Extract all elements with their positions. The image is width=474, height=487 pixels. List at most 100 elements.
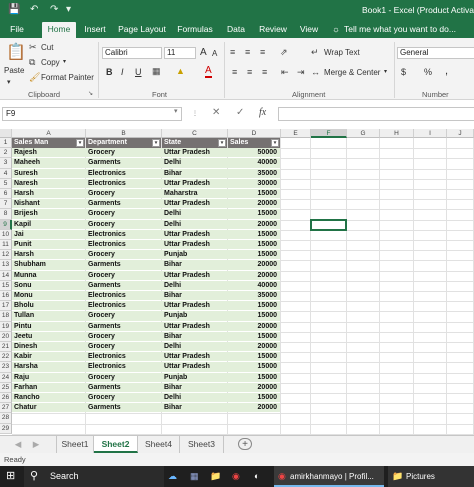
table-cell[interactable]: Uttar Pradesh bbox=[162, 301, 227, 311]
table-cell[interactable]: 20000 bbox=[228, 403, 280, 413]
table-cell[interactable]: Uttar Pradesh bbox=[162, 199, 227, 209]
table-cell[interactable]: Grocery bbox=[86, 250, 161, 260]
table-cell[interactable]: Uttar Pradesh bbox=[162, 322, 227, 332]
row-header[interactable]: 22 bbox=[0, 352, 12, 363]
taskbar-item-pictures[interactable]: 📁 Pictures bbox=[388, 466, 474, 487]
copy-dropdown-icon[interactable]: ▾ bbox=[63, 58, 66, 65]
table-cell[interactable]: Munna bbox=[12, 271, 85, 281]
filter-dropdown-icon[interactable]: ▾ bbox=[271, 139, 279, 147]
table-cell[interactable]: Chatur bbox=[12, 403, 85, 413]
table-cell[interactable]: Uttar Pradesh bbox=[162, 230, 227, 240]
align-bottom-icon[interactable]: ≡ bbox=[260, 47, 265, 57]
row-header[interactable]: 18 bbox=[0, 311, 12, 322]
redo-icon[interactable]: ↷ bbox=[50, 4, 58, 15]
table-cell[interactable]: 15000 bbox=[228, 393, 280, 403]
table-cell[interactable]: 20000 bbox=[228, 383, 280, 393]
italic-button[interactable]: I bbox=[121, 67, 124, 77]
decrease-font-size-icon[interactable]: A bbox=[212, 49, 217, 58]
table-cell[interactable]: Garments bbox=[86, 158, 161, 168]
table-cell[interactable]: 15000 bbox=[228, 311, 280, 321]
select-all-corner[interactable] bbox=[0, 129, 12, 138]
table-cell[interactable]: Grocery bbox=[86, 342, 161, 352]
table-cell[interactable]: Bihar bbox=[162, 169, 227, 179]
orientation-icon[interactable]: ⇗ bbox=[280, 47, 288, 58]
table-cell[interactable]: Electronics bbox=[86, 230, 161, 240]
table-cell[interactable]: 50000 bbox=[228, 148, 280, 158]
row-header[interactable]: 13 bbox=[0, 260, 12, 271]
font-color-icon[interactable]: A bbox=[205, 66, 212, 78]
column-header-i[interactable]: I bbox=[414, 129, 447, 138]
sheet-tab-sheet2[interactable]: Sheet2 bbox=[94, 436, 138, 453]
sheet-tab-sheet3[interactable]: Sheet3 bbox=[180, 436, 224, 453]
folder-icon[interactable]: 📁 bbox=[210, 471, 221, 482]
format-painter-icon[interactable]: 🖌 bbox=[29, 72, 40, 83]
pinned-app-icon[interactable]: ▦ bbox=[190, 471, 199, 482]
table-cell[interactable]: Delhi bbox=[162, 220, 227, 230]
table-cell[interactable]: Delhi bbox=[162, 393, 227, 403]
table-cell[interactable]: Grocery bbox=[86, 332, 161, 342]
table-cell[interactable]: 20000 bbox=[228, 199, 280, 209]
table-cell[interactable]: Punjab bbox=[162, 311, 227, 321]
table-cell[interactable]: Electronics bbox=[86, 352, 161, 362]
table-cell[interactable]: 30000 bbox=[228, 179, 280, 189]
table-cell[interactable]: Garments bbox=[86, 260, 161, 270]
chrome-icon[interactable]: ◉ bbox=[232, 471, 240, 482]
table-cell[interactable]: Electronics bbox=[86, 179, 161, 189]
filter-dropdown-icon[interactable]: ▾ bbox=[152, 139, 160, 147]
row-header[interactable]: 6 bbox=[0, 189, 12, 200]
table-cell[interactable]: Maheeh bbox=[12, 158, 85, 168]
merge-center-icon[interactable]: ↔ bbox=[311, 67, 320, 77]
row-header[interactable]: 16 bbox=[0, 291, 12, 302]
table-cell[interactable]: Punjab bbox=[162, 373, 227, 383]
tab-page-layout[interactable]: Page Layout bbox=[116, 20, 168, 38]
row-header[interactable]: 26 bbox=[0, 393, 12, 404]
font-name-select[interactable]: Calibri bbox=[102, 47, 162, 59]
paste-icon[interactable]: 📋 bbox=[6, 42, 26, 62]
table-cell[interactable]: 20000 bbox=[228, 271, 280, 281]
row-header[interactable]: 25 bbox=[0, 382, 12, 393]
row-header[interactable]: 24 bbox=[0, 372, 12, 383]
table-cell[interactable]: Punit bbox=[12, 240, 85, 250]
table-cell[interactable]: Bihar bbox=[162, 332, 227, 342]
table-cell[interactable]: Harsh bbox=[12, 250, 85, 260]
table-cell[interactable]: Electronics bbox=[86, 362, 161, 372]
decrease-indent-icon[interactable]: ⇤ bbox=[281, 67, 289, 78]
table-cell[interactable]: Dinesh bbox=[12, 342, 85, 352]
save-icon[interactable]: 💾 bbox=[8, 4, 20, 15]
app-icon[interactable]: ◐ bbox=[254, 471, 259, 481]
table-cell[interactable]: Electronics bbox=[86, 240, 161, 250]
windows-start-icon[interactable]: ⊞ bbox=[6, 469, 15, 482]
table-cell[interactable]: 15000 bbox=[228, 373, 280, 383]
filter-dropdown-icon[interactable]: ▾ bbox=[76, 139, 84, 147]
paste-dropdown-icon[interactable]: ▾ bbox=[7, 78, 11, 86]
table-cell[interactable]: Raju bbox=[12, 373, 85, 383]
table-cell[interactable]: Sonu bbox=[12, 281, 85, 291]
column-header-b[interactable]: B bbox=[86, 129, 162, 138]
table-cell[interactable]: 15000 bbox=[228, 352, 280, 362]
table-cell[interactable]: 15000 bbox=[228, 332, 280, 342]
percent-format-button[interactable]: % bbox=[424, 67, 432, 77]
sheet-tab-sheet1[interactable]: Sheet1 bbox=[56, 436, 94, 453]
table-cell[interactable]: Jai bbox=[12, 230, 85, 240]
row-header[interactable]: 9 bbox=[0, 219, 12, 230]
row-header[interactable]: 14 bbox=[0, 270, 12, 281]
table-cell[interactable]: Uttar Pradesh bbox=[162, 362, 227, 372]
align-top-icon[interactable]: ≡ bbox=[230, 47, 235, 57]
table-cell[interactable]: Uttar Pradesh bbox=[162, 271, 227, 281]
table-cell[interactable]: Kapil bbox=[12, 220, 85, 230]
table-cell[interactable]: Garments bbox=[86, 281, 161, 291]
filter-dropdown-icon[interactable]: ▾ bbox=[218, 139, 226, 147]
table-cell[interactable]: 20000 bbox=[228, 342, 280, 352]
table-cell[interactable]: Brijesh bbox=[12, 209, 85, 219]
row-header[interactable]: 27 bbox=[0, 403, 12, 414]
row-header[interactable]: 17 bbox=[0, 301, 12, 312]
row-header[interactable]: 8 bbox=[0, 209, 12, 220]
align-left-icon[interactable]: ≡ bbox=[232, 67, 237, 77]
row-header[interactable]: 1 bbox=[0, 138, 12, 149]
cancel-icon[interactable]: ✕ bbox=[212, 107, 220, 118]
currency-format-button[interactable]: $ bbox=[401, 67, 406, 77]
table-cell[interactable]: 15000 bbox=[228, 362, 280, 372]
row-header[interactable]: 5 bbox=[0, 178, 12, 189]
clipboard-launcher-icon[interactable]: ↘ bbox=[88, 90, 93, 97]
copy-icon[interactable]: ⧉ bbox=[29, 57, 35, 68]
